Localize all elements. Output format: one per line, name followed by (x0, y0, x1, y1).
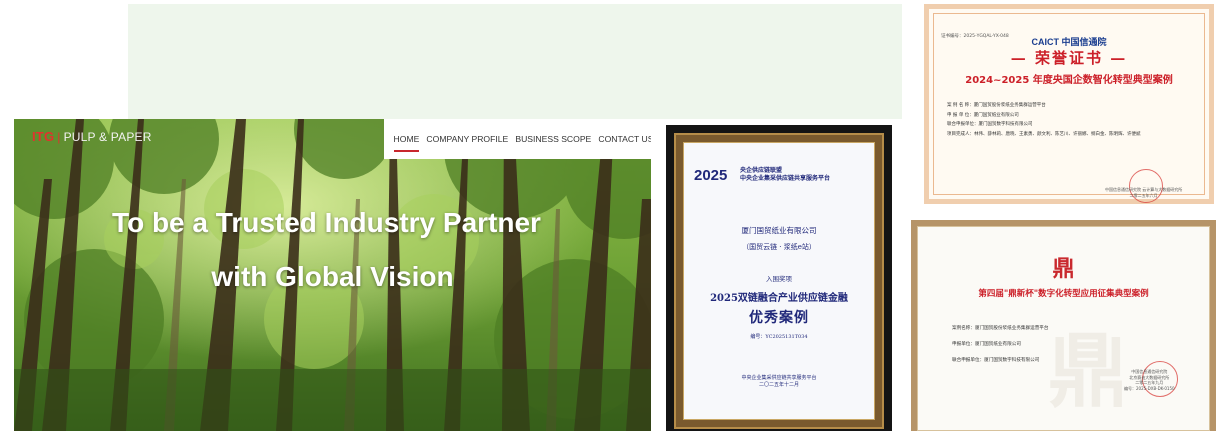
plaque-brand: （国贸云链 · 浆纸e站） (742, 243, 816, 251)
certificate-footer: 中国信息通信研究院 北京赛迪大数据研究所 二零二五年九月 编号：2025-DXB… (1124, 369, 1175, 391)
honor-certificate-caict: 证书编号：2025-YGQAL-YX-048 CAICT 中国信通院 — 荣誉证… (924, 4, 1214, 204)
certificate-detail-line: 联合申报单位：厦门国贸数字科技有限公司 (952, 358, 1040, 363)
plaque-issuer: 中央企业集采供应链共享服务平台 (741, 375, 817, 381)
nav-home[interactable]: HOME (393, 134, 419, 152)
brand-separator: | (57, 130, 61, 144)
certificate-detail-line: 联合申报单位：厦门国贸数字科技有限公司 (947, 122, 1033, 127)
plaque-org-line-1: 央企供应链联盟 (740, 167, 783, 174)
certificate-detail-line: 案例名称：厦门国贸股份浆纸业务集群运营平台 (952, 326, 1049, 331)
nav-company-profile[interactable]: COMPANY PROFILE (426, 134, 508, 144)
certificate-details: 案 例 名 称：厦门国贸股份浆纸业务集群运营平台 申 报 单 位：厦门国贸纸业有… (947, 101, 1141, 139)
plaque-org: 央企供应链联盟 中央企业集采供应链共享服务平台 (740, 167, 830, 183)
hero-section: ITG | PULP & PAPER HOME COMPANY PROFILE BU… (14, 119, 651, 431)
nav-business-scope[interactable]: BUSINESS SCOPE (515, 134, 591, 144)
hero-headline-1: To be a Trusted Industry Partner (112, 207, 541, 238)
plaque-frame: 2025 央企供应链联盟 中央企业集采供应链共享服务平台 厦门国贸纸业有限公司 … (674, 133, 884, 429)
top-banner (128, 4, 902, 119)
nav-contact-us[interactable]: CONTACT US (598, 134, 651, 144)
watermark-icon: 鼎 (1048, 325, 1128, 418)
certificate-panel: 鼎 鼎 第四届"鼎新杯"数字化转型应用征集典型案例 案例名称：厦门国贸股份浆纸业… (917, 226, 1210, 431)
certificate-detail-line: 项目完成人：林伟、薛林莉、唐晓、王素勇、颜文利、陈艺川、许丽娜、纲白金、陈明辉、… (947, 131, 1141, 137)
hero-headline-2: with Global Vision (211, 261, 454, 292)
plaque-selected: 入围奖项 (766, 275, 792, 283)
certificate-subtitle: 2024~2025 年度央国企数智化转型典型案例 (965, 75, 1173, 86)
certificate-number: 编号：2025-DXB-DK-0150 (1124, 385, 1175, 391)
certificate-footer: 中国信息通信研究院 云计算与大数据研究所 二零二五年六月 (1105, 187, 1182, 199)
certificate-detail-line: 申报单位：厦门国贸纸业有限公司 (952, 342, 1021, 347)
certificate-date: 二零二五年六月 (1129, 193, 1158, 198)
plaque-org-line-2: 中央企业集采供应链共享服务平台 (740, 175, 831, 182)
plaque-panel: 2025 央企供应链联盟 中央企业集采供应链共享服务平台 厦门国贸纸业有限公司 … (683, 142, 875, 420)
plaque-award-name: 2025双链融合产业供应链金融 (710, 293, 848, 304)
brand-mark: ITG (32, 129, 55, 144)
certificate-detail-line: 申 报 单 位：厦门国贸纸业有限公司 (947, 112, 1019, 118)
plaque-issuer-block: 中央企业集采供应链共享服务平台 二〇二五年十二月 (684, 375, 874, 389)
plaque-company: 厦门国贸纸业有限公司 (741, 226, 817, 235)
brand-name: PULP & PAPER (63, 130, 152, 144)
certificate-title: — 荣誉证书 — (1010, 49, 1128, 67)
certificate-title: 第四届"鼎新杯"数字化转型应用征集典型案例 (978, 289, 1149, 299)
dingxin-logo-icon: 鼎 (1052, 257, 1075, 282)
certificate-details: 案例名称：厦门国贸股份浆纸业务集群运营平台 申报单位：厦门国贸纸业有限公司 联合… (952, 321, 1048, 369)
plaque-award-level: 优秀案例 (749, 310, 809, 326)
certificate-detail-line: 案 例 名 称：厦门国贸股份浆纸业务集群运营平台 (947, 103, 1046, 108)
honor-certificate-dingxin: 鼎 鼎 第四届"鼎新杯"数字化转型应用征集典型案例 案例名称：厦门国贸股份浆纸业… (911, 220, 1216, 431)
brand-logo[interactable]: ITG | PULP & PAPER (32, 129, 152, 144)
certificate-issuer-1: 中国信息通信研究院 (1131, 369, 1168, 374)
plaque-date: 二〇二五年十二月 (758, 382, 799, 388)
main-nav: HOME COMPANY PROFILE BUSINESS SCOPE CONT… (384, 119, 651, 159)
plaque-number: 编号：YC2025131T034 (750, 334, 808, 340)
award-plaque-photo: 2025 央企供应链联盟 中央企业集采供应链共享服务平台 厦门国贸纸业有限公司 … (666, 125, 892, 431)
plaque-year: 2025 (694, 167, 728, 184)
